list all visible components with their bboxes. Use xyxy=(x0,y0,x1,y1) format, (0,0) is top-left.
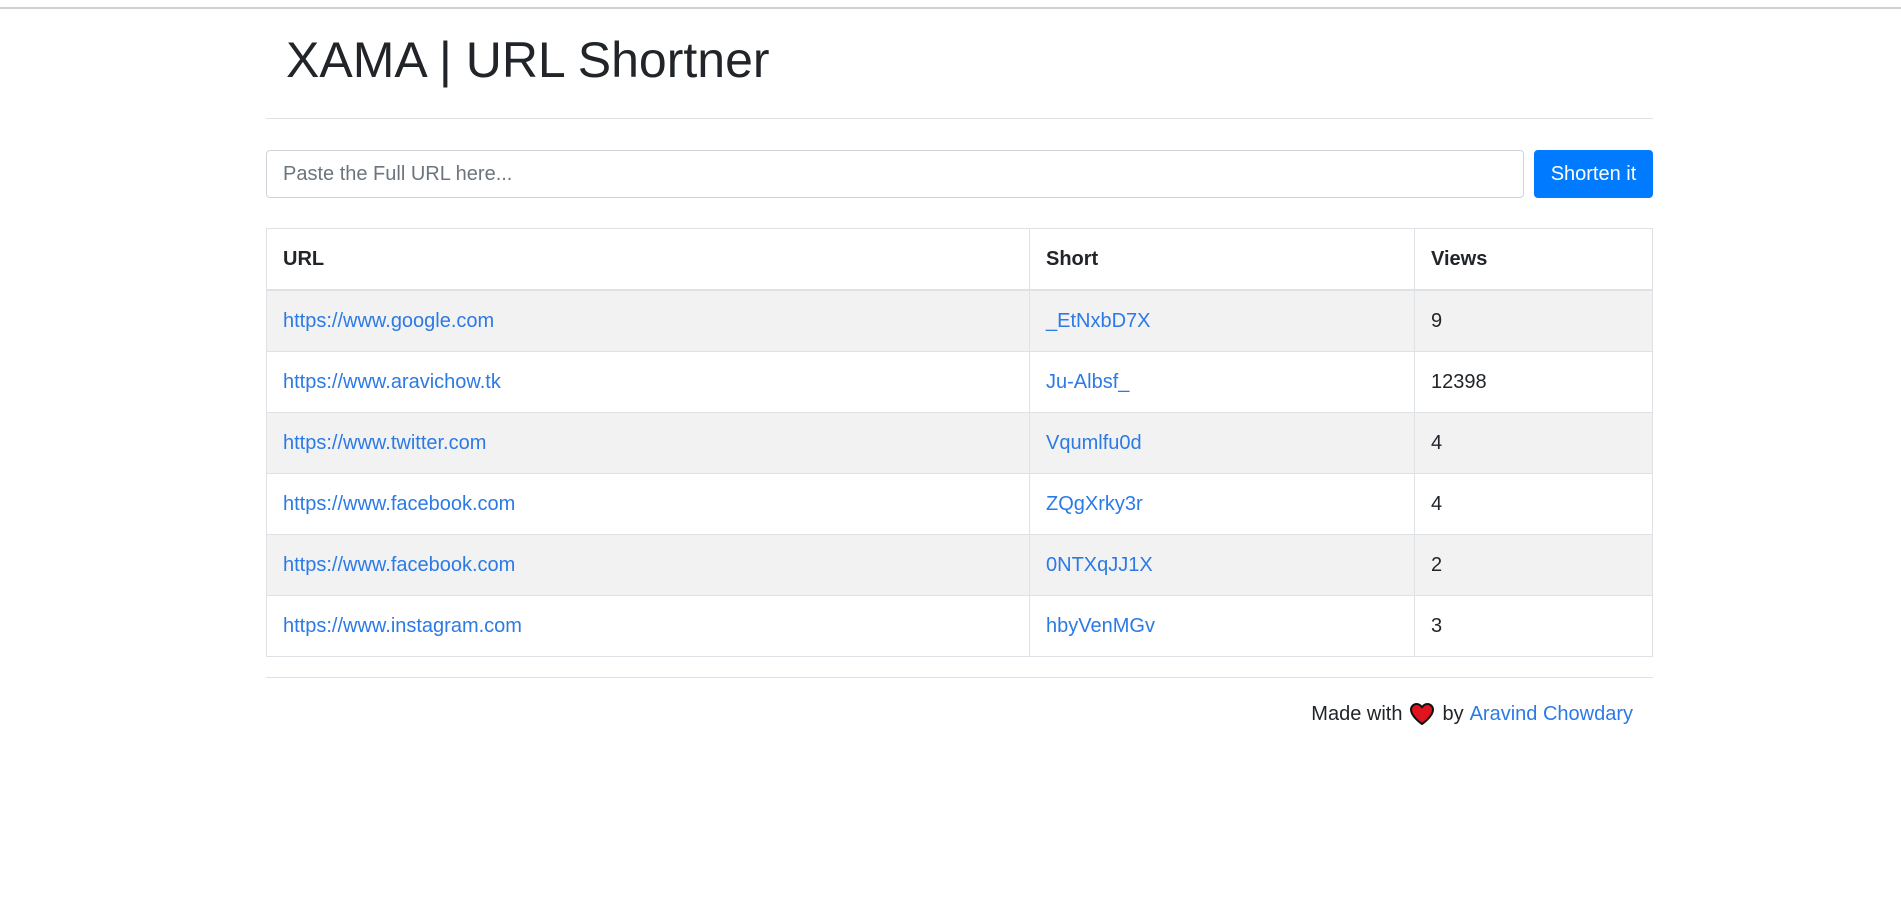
full-url-link[interactable]: https://www.instagram.com xyxy=(283,615,522,637)
full-url-input[interactable] xyxy=(266,150,1524,198)
url-cell: https://www.facebook.com xyxy=(266,473,1030,535)
full-url-link[interactable]: https://www.facebook.com xyxy=(283,493,515,515)
urls-table: URL Short Views https://www.google.com _… xyxy=(266,228,1653,657)
full-url-link[interactable]: https://www.google.com xyxy=(283,310,494,332)
table-row: https://www.instagram.com hbyVenMGv 3 xyxy=(266,595,1653,657)
short-url-link[interactable]: Vqumlfu0d xyxy=(1046,432,1142,454)
table-row: https://www.twitter.com Vqumlfu0d 4 xyxy=(266,412,1653,474)
page-header: XAMA | URL Shortner xyxy=(266,0,1653,119)
shorten-form: Shorten it xyxy=(266,150,1653,198)
short-url-link[interactable]: ZQgXrky3r xyxy=(1046,493,1143,515)
url-cell: https://www.instagram.com xyxy=(266,595,1030,657)
short-url-link[interactable]: hbyVenMGv xyxy=(1046,615,1155,637)
short-url-link[interactable]: Ju-Albsf_ xyxy=(1046,371,1129,393)
heart-icon xyxy=(1409,702,1435,726)
main-container: XAMA | URL Shortner Shorten it URL Short… xyxy=(266,0,1653,725)
short-url-link[interactable]: _EtNxbD7X xyxy=(1046,310,1151,332)
footer: Made with by Aravind Chowdary xyxy=(1311,700,1633,728)
views-count: 9 xyxy=(1414,289,1653,352)
footer-divider xyxy=(266,677,1653,678)
table-row: https://www.facebook.com 0NTXqJJ1X 2 xyxy=(266,534,1653,596)
short-url-link[interactable]: 0NTXqJJ1X xyxy=(1046,554,1153,576)
views-count: 3 xyxy=(1414,595,1653,657)
views-count: 12398 xyxy=(1414,351,1653,413)
url-cell: https://www.google.com xyxy=(266,289,1030,352)
views-count: 4 xyxy=(1414,473,1653,535)
footer-by: by xyxy=(1442,703,1464,725)
column-header-url: URL xyxy=(266,228,1030,291)
full-url-link[interactable]: https://www.twitter.com xyxy=(283,432,486,454)
views-count: 2 xyxy=(1414,534,1653,596)
page-title: XAMA | URL Shortner xyxy=(286,32,770,88)
short-cell: _EtNxbD7X xyxy=(1029,289,1415,352)
short-cell: Ju-Albsf_ xyxy=(1029,351,1415,413)
short-cell: hbyVenMGv xyxy=(1029,595,1415,657)
author-link[interactable]: Aravind Chowdary xyxy=(1470,700,1633,728)
short-cell: 0NTXqJJ1X xyxy=(1029,534,1415,596)
url-cell: https://www.aravichow.tk xyxy=(266,351,1030,413)
url-cell: https://www.twitter.com xyxy=(266,412,1030,474)
full-url-link[interactable]: https://www.aravichow.tk xyxy=(283,371,501,393)
table-row: https://www.aravichow.tk Ju-Albsf_ 12398 xyxy=(266,351,1653,413)
short-cell: Vqumlfu0d xyxy=(1029,412,1415,474)
short-cell: ZQgXrky3r xyxy=(1029,473,1415,535)
table-row: https://www.facebook.com ZQgXrky3r 4 xyxy=(266,473,1653,535)
shorten-button[interactable]: Shorten it xyxy=(1534,150,1653,198)
column-header-short: Short xyxy=(1029,228,1415,291)
url-cell: https://www.facebook.com xyxy=(266,534,1030,596)
column-header-views: Views xyxy=(1414,228,1653,291)
full-url-link[interactable]: https://www.facebook.com xyxy=(283,554,515,576)
table-row: https://www.google.com _EtNxbD7X 9 xyxy=(266,289,1653,352)
footer-made-with: Made with xyxy=(1311,703,1403,725)
table-header-row: URL Short Views xyxy=(266,228,1653,291)
views-count: 4 xyxy=(1414,412,1653,474)
